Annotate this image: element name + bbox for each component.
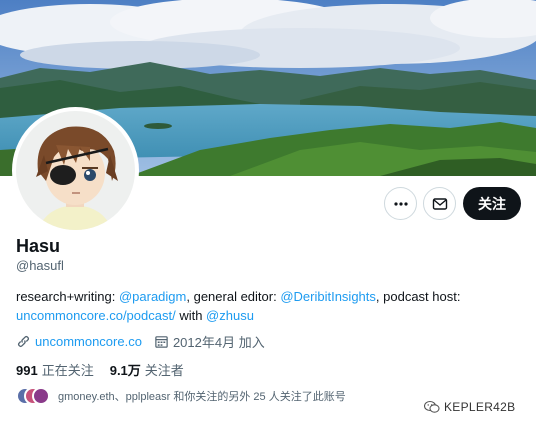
ellipsis-icon (393, 201, 408, 206)
following-value: 991 (16, 363, 38, 378)
follow-button[interactable]: 关注 (463, 187, 521, 220)
mention-link[interactable]: @paradigm (119, 289, 186, 304)
mention-link[interactable]: @DeribitInsights (280, 289, 376, 304)
link-icon (17, 335, 30, 348)
bio-url-link[interactable]: uncommoncore.co/podcast/ (16, 308, 176, 323)
user-handle: @hasufl (16, 258, 64, 273)
followers-count[interactable]: 9.1万 关注者 (110, 360, 184, 379)
followed-by-text: gmoney.eth、pplpleasr 和你关注的另外 25 人关注了此账号 (58, 391, 346, 403)
more-button[interactable] (384, 187, 417, 220)
calendar-icon (155, 336, 168, 348)
message-button[interactable] (423, 187, 456, 220)
joined-date: 2012年4月 加入 (172, 335, 265, 350)
joined-item: 2012年4月 加入 (154, 332, 265, 351)
bio-text: research+writing: (16, 289, 119, 304)
follow-counts: 991 正在关注 9.1万 关注者 (16, 360, 200, 379)
followers-label: 关注者 (144, 363, 184, 378)
watermark-text: KEPLER42B (444, 400, 516, 414)
following-count[interactable]: 991 正在关注 (16, 360, 94, 379)
wechat-icon (424, 400, 440, 413)
follower-avatars (16, 387, 52, 405)
bio-text: with (175, 308, 207, 323)
bio-text: , general editor: (186, 289, 281, 304)
profile-meta: uncommoncore.co 2012年4月 加入 (16, 332, 277, 351)
profile-bio: research+writing: @paradigm, general edi… (16, 287, 516, 325)
bio-text: , podcast host: (375, 289, 461, 304)
followed-by-row[interactable]: gmoney.eth、pplpleasr 和你关注的另外 25 人关注了此账号 (16, 387, 346, 405)
profile-page: 关注 Hasu @hasufl research+writing: @parad… (0, 0, 536, 429)
website-link[interactable]: uncommoncore.co (35, 334, 142, 349)
display-name: Hasu (16, 236, 61, 256)
following-label: 正在关注 (41, 363, 94, 378)
website-item: uncommoncore.co (16, 334, 142, 349)
avatar[interactable] (12, 107, 139, 234)
avatar (32, 387, 50, 405)
mention-link[interactable]: @zhusu (206, 308, 254, 323)
watermark: KEPLER42B (424, 400, 515, 414)
envelope-icon (432, 197, 447, 210)
followers-value: 9.1万 (109, 363, 141, 378)
